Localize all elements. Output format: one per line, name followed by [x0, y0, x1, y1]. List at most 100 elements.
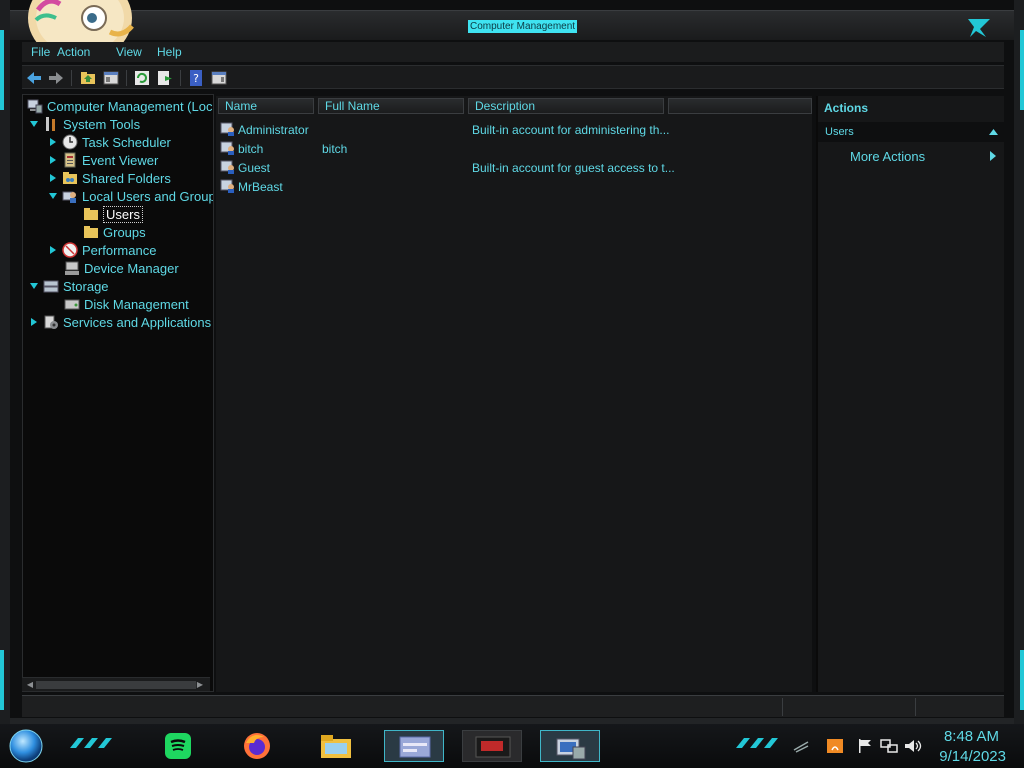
table-row[interactable]: MrBeast — [216, 177, 812, 196]
taskbar-computer-management[interactable] — [540, 730, 600, 762]
collapse-up-icon[interactable] — [989, 128, 998, 135]
cell-description: Built-in account for guest access to t..… — [472, 161, 675, 175]
back-arrow-icon[interactable] — [25, 69, 43, 87]
user-account-icon — [220, 122, 234, 136]
frame-accent — [0, 650, 4, 710]
volume-icon[interactable] — [904, 738, 922, 754]
forward-arrow-icon[interactable] — [47, 69, 65, 87]
show-hide-console-tree-icon[interactable] — [102, 69, 120, 87]
tree-item-root[interactable]: Computer Management (Local) — [27, 97, 214, 115]
table-row[interactable]: bitch bitch — [216, 139, 812, 158]
firefox-icon — [244, 733, 270, 759]
start-orb-icon[interactable] — [8, 728, 44, 764]
control-panel-icon — [399, 736, 431, 758]
tree-item-device-manager[interactable]: Device Manager — [64, 259, 179, 277]
expanded-arrow-icon[interactable] — [29, 281, 39, 291]
taskbar-file-explorer[interactable] — [306, 730, 366, 762]
network-icon[interactable] — [880, 738, 898, 754]
action-center-flag-icon[interactable] — [856, 738, 874, 754]
device-manager-icon — [65, 261, 79, 275]
actions-section-users[interactable]: Users — [818, 122, 1006, 142]
toolbar-separator — [180, 70, 181, 86]
clock-time[interactable]: 8:48 AM — [944, 728, 999, 745]
tree-label: Shared Folders — [82, 170, 171, 186]
menu-bar: File Action View Help — [22, 42, 1004, 62]
shared-folder-icon — [63, 172, 77, 184]
collapsed-arrow-icon[interactable] — [48, 155, 58, 165]
tree-item-groups[interactable]: Groups — [83, 223, 146, 241]
actions-title: Actions — [824, 101, 869, 115]
tree-item-local-users-groups[interactable]: Local Users and Groups — [48, 187, 214, 205]
tree-label: Task Scheduler — [82, 134, 171, 150]
menu-file[interactable]: File — [31, 45, 50, 59]
scroll-right-icon[interactable]: ▶ — [194, 679, 206, 691]
scroll-left-icon[interactable]: ◀ — [24, 679, 36, 691]
cell-name: Administrator — [238, 123, 309, 137]
status-bar — [22, 695, 1004, 717]
tree-item-event-viewer[interactable]: Event Viewer — [48, 151, 158, 169]
cell-name: MrBeast — [238, 180, 283, 194]
show-hide-action-pane-icon[interactable] — [210, 69, 228, 87]
refresh-icon[interactable] — [133, 69, 151, 87]
frame-accent — [0, 30, 4, 110]
collapsed-arrow-icon[interactable] — [48, 245, 58, 255]
folder-icon — [84, 208, 98, 220]
show-hidden-icons-icon[interactable] — [792, 738, 810, 754]
toolbar-separator — [71, 70, 72, 86]
export-list-icon[interactable] — [156, 69, 174, 87]
tree-horizontal-scrollbar[interactable]: ◀ ▶ — [22, 677, 210, 691]
tree-item-task-scheduler[interactable]: Task Scheduler — [48, 133, 171, 151]
tree-label: Computer Management (Local) — [47, 98, 214, 114]
computer-management-icon — [556, 738, 586, 760]
tree-label: Groups — [103, 224, 146, 240]
file-explorer-icon — [321, 735, 351, 758]
window-control-icon[interactable] — [966, 17, 992, 39]
status-divider — [782, 698, 783, 716]
column-header-name[interactable]: Name — [218, 98, 314, 114]
taskbar-firefox[interactable] — [228, 730, 288, 762]
tools-icon — [46, 117, 55, 131]
tree-item-performance[interactable]: Performance — [48, 241, 156, 259]
tree-item-services-apps[interactable]: Services and Applications — [29, 313, 211, 331]
tree-label: Local Users and Groups — [82, 188, 214, 204]
collapsed-arrow-icon[interactable] — [48, 137, 58, 147]
taskbar-control-panel[interactable] — [384, 730, 444, 762]
help-icon[interactable]: ? — [187, 69, 205, 87]
column-header-full-name[interactable]: Full Name — [318, 98, 464, 114]
actions-section-label: Users — [825, 126, 854, 138]
taskbar-media-app[interactable] — [462, 730, 522, 762]
column-header-description[interactable]: Description — [468, 98, 664, 114]
computer-management-icon — [27, 99, 43, 114]
disk-management-icon — [64, 299, 80, 310]
tree-item-disk-management[interactable]: Disk Management — [64, 295, 189, 313]
table-row[interactable]: Administrator Built-in account for admin… — [216, 120, 812, 139]
taskbar-spotify[interactable] — [148, 730, 208, 762]
more-actions-item[interactable]: More Actions — [850, 149, 925, 164]
table-row[interactable]: Guest Built-in account for guest access … — [216, 158, 812, 177]
svg-text:?: ? — [193, 72, 199, 85]
console-tree[interactable]: Computer Management (Local) System Tools… — [22, 94, 214, 692]
tree-item-users[interactable]: Users — [83, 205, 143, 223]
submenu-arrow-icon[interactable] — [990, 151, 996, 161]
menu-help[interactable]: Help — [157, 45, 182, 59]
expanded-arrow-icon[interactable] — [48, 191, 58, 201]
expanded-arrow-icon[interactable] — [29, 119, 39, 129]
menu-view[interactable]: View — [116, 45, 142, 59]
clock-date[interactable]: 9/14/2023 — [939, 748, 1006, 765]
window-title: Computer Management — [468, 20, 578, 33]
toolbar: ? — [22, 65, 1004, 89]
spotify-icon — [165, 733, 191, 759]
collapsed-arrow-icon[interactable] — [48, 173, 58, 183]
collapsed-arrow-icon[interactable] — [29, 317, 39, 327]
java-update-icon[interactable] — [826, 738, 844, 754]
scrollbar-thumb[interactable] — [36, 681, 196, 689]
taskbar-deco-icon — [736, 738, 778, 748]
tree-item-storage[interactable]: Storage — [29, 277, 109, 295]
users-group-icon — [62, 191, 76, 203]
column-header-extra[interactable] — [668, 98, 812, 114]
up-folder-icon[interactable] — [79, 69, 97, 87]
title-bar[interactable]: Computer Management — [10, 10, 1014, 40]
tree-item-shared-folders[interactable]: Shared Folders — [48, 169, 171, 187]
tree-item-system-tools[interactable]: System Tools — [29, 115, 140, 133]
menu-action[interactable]: Action — [57, 45, 90, 59]
